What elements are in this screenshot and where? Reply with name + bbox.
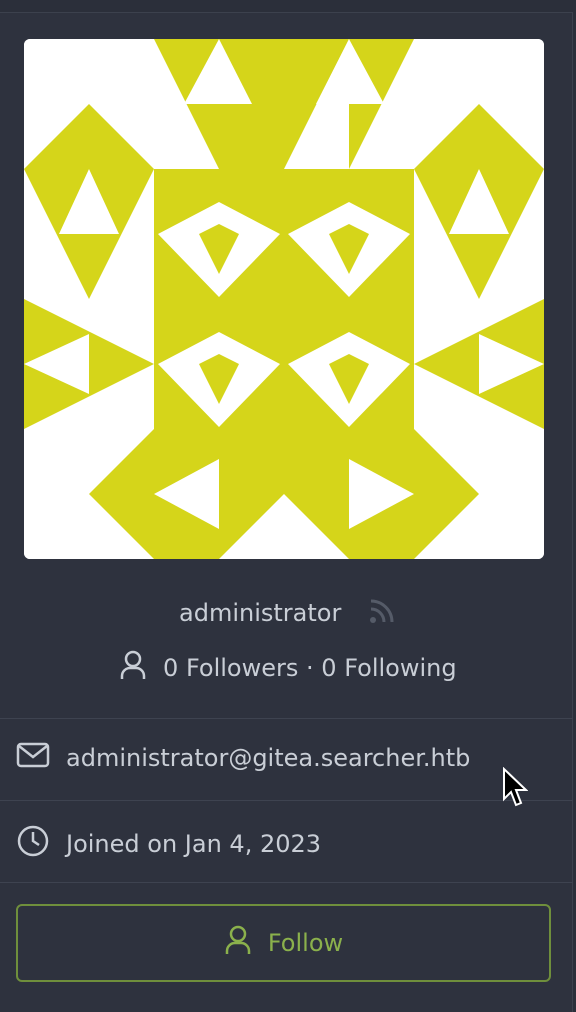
stats-separator: · xyxy=(306,654,314,682)
follow-button[interactable]: Follow xyxy=(16,904,551,982)
mail-icon xyxy=(16,742,66,774)
divider xyxy=(0,800,573,801)
rss-icon[interactable] xyxy=(367,596,397,632)
follow-stats: 0 Followers · 0 Following xyxy=(0,650,576,682)
username: administrator xyxy=(179,599,342,627)
divider xyxy=(0,718,573,719)
email-row: administrator@gitea.searcher.htb xyxy=(16,742,470,774)
mouse-cursor-icon xyxy=(502,766,529,813)
follow-button-label: Follow xyxy=(267,929,344,957)
person-icon xyxy=(119,650,163,682)
divider xyxy=(0,882,573,883)
email-link[interactable]: administrator@gitea.searcher.htb xyxy=(66,744,470,772)
clock-icon xyxy=(16,824,66,864)
identicon-image xyxy=(24,39,544,559)
joined-date: Joined on Jan 4, 2023 xyxy=(66,830,322,858)
top-strip xyxy=(0,0,576,12)
following-link[interactable]: 0 Following xyxy=(321,654,456,682)
joined-row: Joined on Jan 4, 2023 xyxy=(16,824,321,864)
followers-link[interactable]: 0 Followers xyxy=(163,654,298,682)
username-line: administrator xyxy=(0,596,576,632)
person-icon xyxy=(224,925,268,961)
avatar xyxy=(24,39,544,559)
